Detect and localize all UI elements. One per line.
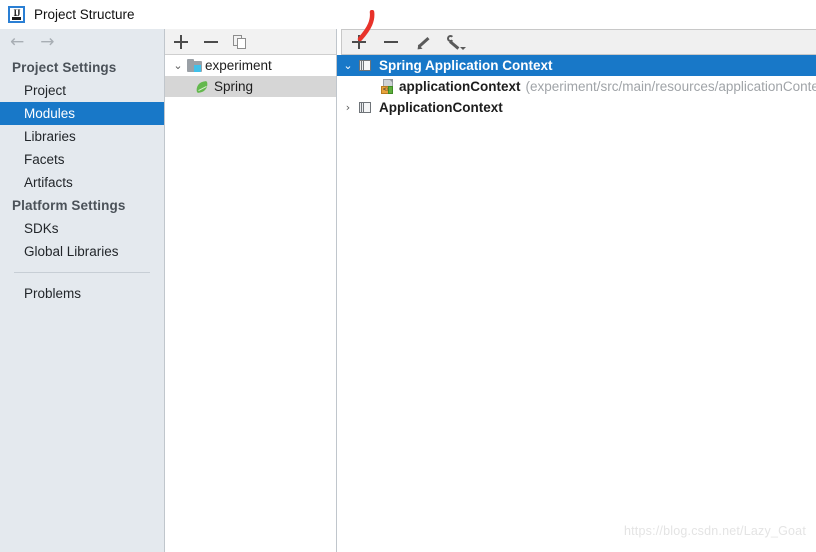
chevron-right-icon[interactable]: › <box>337 101 359 114</box>
sidebar-item-modules[interactable]: Modules <box>0 102 164 125</box>
xml-file-icon: <> <box>381 79 396 94</box>
contexts-toolbar <box>341 29 816 55</box>
wrench-handle <box>449 40 460 50</box>
module-label: experiment <box>205 58 272 73</box>
stacked-documents-icon <box>359 59 373 73</box>
add-module-button[interactable] <box>173 34 189 50</box>
sidebar-group-project-settings: Project Settings <box>12 60 117 75</box>
sidebar-item-facets[interactable]: Facets <box>0 148 164 171</box>
doc-sheet-3 <box>363 101 371 113</box>
app-icon-bar <box>12 17 21 20</box>
xml-badge-green <box>388 86 393 94</box>
context-label: Spring Application Context <box>379 58 553 73</box>
add-context-button[interactable] <box>351 34 367 50</box>
modules-toolbar <box>165 29 336 55</box>
context-file-name: applicationContext <box>399 79 521 94</box>
facet-tree-row-spring[interactable]: Spring <box>165 76 336 97</box>
remove-module-button[interactable] <box>203 34 219 50</box>
context-row-spring-application-context[interactable]: ⌄ Spring Application Context <box>337 55 816 76</box>
module-tree-row-experiment[interactable]: ⌄ experiment <box>165 55 336 76</box>
sidebar-item-project[interactable]: Project <box>0 79 164 102</box>
context-file-row-applicationcontext[interactable]: <> applicationContext (experiment/src/ma… <box>337 76 816 97</box>
chevron-down-icon[interactable] <box>460 47 466 50</box>
sidebar-item-libraries[interactable]: Libraries <box>0 125 164 148</box>
facet-label: Spring <box>214 79 254 94</box>
wrench-icon[interactable] <box>447 34 466 50</box>
copy-icon-front-sheet <box>237 37 246 49</box>
navigation-bar: ← → <box>0 29 164 56</box>
intellij-idea-icon: IJ <box>8 6 25 23</box>
doc-sheet-3 <box>363 59 371 71</box>
context-label: ApplicationContext <box>379 100 503 115</box>
folder-module-badge <box>194 65 201 72</box>
modules-panel: ⌄ experiment Spring <box>165 29 336 552</box>
sidebar-item-global-libraries[interactable]: Global Libraries <box>0 240 164 263</box>
watermark-text: https://blog.csdn.net/Lazy_Goat <box>623 524 806 538</box>
chevron-down-icon[interactable]: ⌄ <box>337 59 359 72</box>
spring-contexts-panel: ⌄ Spring Application Context <> applicat… <box>337 29 816 552</box>
sidebar-item-problems[interactable]: Problems <box>0 282 164 305</box>
spring-leaf-icon <box>195 80 210 94</box>
page-title: Project Structure <box>34 7 135 22</box>
xml-page-fold <box>389 79 393 83</box>
arrow-right-icon[interactable]: → <box>40 34 54 51</box>
sidebar-group-platform-settings: Platform Settings <box>12 198 126 213</box>
chevron-down-icon[interactable]: ⌄ <box>169 59 187 72</box>
context-file-path: (experiment/src/main/resources/applicati… <box>525 79 816 94</box>
sidebar-item-artifacts[interactable]: Artifacts <box>0 171 164 194</box>
stacked-documents-icon <box>359 101 373 115</box>
pencil-icon[interactable] <box>415 34 431 52</box>
context-row-applicationcontext[interactable]: › ApplicationContext <box>337 97 816 118</box>
settings-sidebar: ← → Project Settings Project Modules Lib… <box>0 29 164 552</box>
copy-module-button[interactable] <box>233 34 247 49</box>
window-titlebar: IJ Project Structure <box>0 0 816 29</box>
arrow-left-icon[interactable]: ← <box>10 34 24 51</box>
remove-context-button[interactable] <box>383 34 399 50</box>
sidebar-item-sdks[interactable]: SDKs <box>0 217 164 240</box>
sidebar-divider-line <box>14 272 150 273</box>
module-folder-icon <box>187 59 202 72</box>
